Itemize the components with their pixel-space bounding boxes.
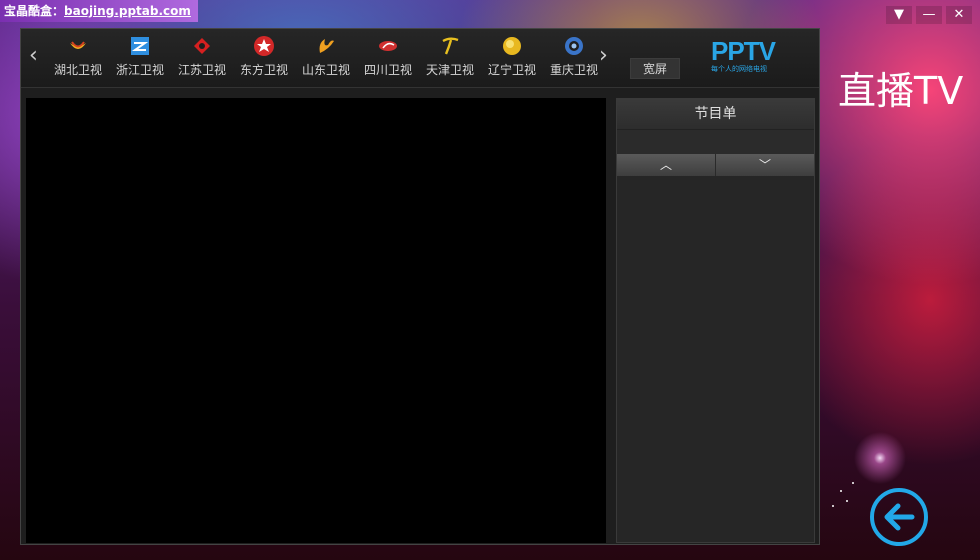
prev-channels-arrow-icon[interactable]: ‹ — [29, 45, 38, 67]
channel-label: 湖北卫视 — [53, 63, 102, 77]
tianjin-logo-icon — [442, 37, 459, 55]
video-player[interactable] — [26, 98, 606, 543]
channel-label: 山东卫视 — [301, 63, 350, 77]
program-nav: ︿ ﹀ — [617, 154, 814, 176]
back-arrow-icon[interactable] — [868, 486, 930, 548]
sichuan-logo-icon — [379, 41, 397, 51]
chongqing-logo-icon — [565, 37, 583, 55]
sparkle-decoration — [840, 490, 842, 492]
channel-zhejiang[interactable]: 浙江卫视 — [109, 33, 171, 83]
dongfang-logo-icon — [254, 36, 274, 56]
pptv-logo: PPTV 每个人的网络电视 — [711, 37, 791, 77]
channel-liaoning[interactable]: 辽宁卫视 — [481, 33, 543, 83]
liaoning-logo-icon — [503, 37, 521, 55]
player-window: ‹ 湖北卫视 浙江卫视 江苏卫视 东方卫视 山东卫视 四川卫视 天津卫视 辽宁卫… — [20, 28, 820, 545]
channel-label: 四川卫视 — [363, 63, 412, 77]
page-title: 直播TV — [838, 69, 964, 113]
channel-jiangsu[interactable]: 江苏卫视 — [171, 33, 233, 83]
site-link[interactable]: 宝晶酷盒：baojing.pptab.com — [0, 0, 198, 22]
channel-dongfang[interactable]: 东方卫视 — [233, 33, 295, 83]
channel-label: 天津卫视 — [425, 63, 474, 77]
program-up-button[interactable]: ︿ — [617, 154, 716, 176]
channel-list: 湖北卫视 浙江卫视 江苏卫视 东方卫视 山东卫视 四川卫视 天津卫视 辽宁卫视 … — [47, 33, 605, 83]
sparkle-decoration — [832, 505, 834, 507]
program-down-button[interactable]: ﹀ — [716, 154, 814, 176]
site-url[interactable]: baojing.pptab.com — [64, 4, 191, 18]
minimize-button[interactable]: — — [916, 6, 942, 24]
next-channels-arrow-icon[interactable]: › — [599, 45, 608, 67]
pptv-slogan: 每个人的网络电视 — [711, 65, 767, 73]
program-guide-title: 节目单 — [617, 99, 814, 130]
zhejiang-logo-icon — [131, 37, 149, 55]
close-button[interactable]: ✕ — [946, 6, 972, 24]
shandong-logo-icon — [319, 39, 334, 53]
site-prefix: 宝晶酷盒： — [4, 4, 65, 18]
channel-hubei[interactable]: 湖北卫视 — [47, 33, 109, 83]
channel-toolbar: ‹ 湖北卫视 浙江卫视 江苏卫视 东方卫视 山东卫视 四川卫视 天津卫视 辽宁卫… — [21, 29, 819, 88]
channel-chongqing[interactable]: 重庆卫视 — [543, 33, 605, 83]
channel-label: 浙江卫视 — [115, 63, 164, 77]
widescreen-button[interactable]: 宽屏 — [630, 58, 680, 79]
hubei-logo-icon — [70, 41, 86, 49]
channel-shandong[interactable]: 山东卫视 — [295, 33, 357, 83]
program-guide-panel: 节目单 ︿ ﹀ — [616, 98, 815, 543]
channel-tianjin[interactable]: 天津卫视 — [419, 33, 481, 83]
channel-label: 辽宁卫视 — [487, 63, 536, 77]
sparkle-decoration — [852, 482, 854, 484]
channel-label: 东方卫视 — [239, 63, 288, 77]
sparkle-decoration — [846, 500, 848, 502]
jiangsu-logo-icon — [194, 38, 210, 54]
menu-dropdown-button[interactable]: ▼ — [886, 6, 912, 24]
window-controls: ▼ — ✕ — [886, 6, 972, 24]
channel-label: 江苏卫视 — [177, 63, 226, 77]
channel-label: 重庆卫视 — [549, 63, 598, 77]
pptv-logo-text: PPTV — [711, 36, 776, 66]
program-info-area — [617, 130, 814, 154]
channel-sichuan[interactable]: 四川卫视 — [357, 33, 419, 83]
